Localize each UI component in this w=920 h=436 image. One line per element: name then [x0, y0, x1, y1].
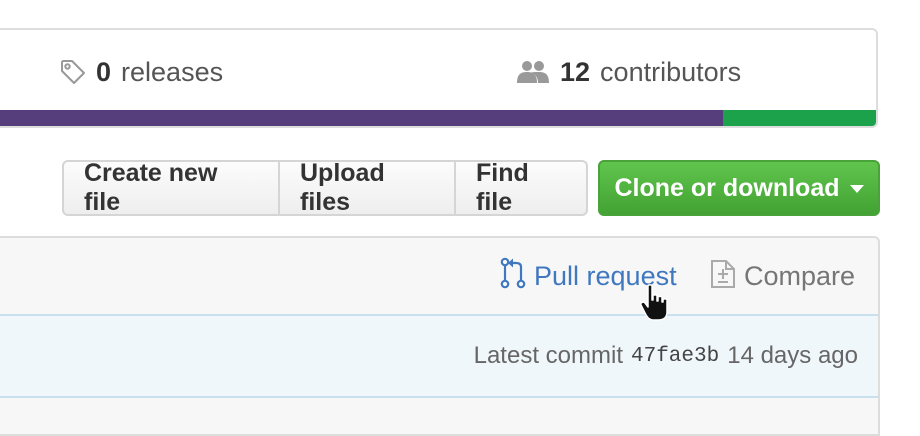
file-box-toolbar: Pull request Compare [0, 238, 878, 314]
file-navigation-box: Pull request Compare Latest commit 47fae… [0, 236, 880, 436]
releases-count: 0 [96, 56, 112, 87]
compare-label: Compare [744, 260, 856, 291]
hand-cursor-icon [638, 284, 674, 329]
commit-sha-link[interactable]: 47fae3b [631, 345, 719, 368]
language-bar-segment-0[interactable] [0, 110, 723, 126]
releases-label: releases [121, 56, 224, 87]
diff-icon [710, 257, 744, 296]
file-actions-group: Create new file Upload files Find file [62, 160, 588, 216]
latest-commit-info: Latest commit 47fae3b 14 days ago [474, 338, 858, 374]
releases-link[interactable]: 0 releases [60, 52, 223, 92]
latest-commit-prefix: Latest commit [473, 342, 623, 369]
caret-down-icon [849, 185, 864, 193]
contributors-count: 12 [560, 56, 591, 87]
create-new-file-button[interactable]: Create new file [64, 162, 278, 214]
contributors-link[interactable]: 12 contributors [516, 52, 741, 92]
find-file-button[interactable]: Find file [454, 162, 586, 214]
clone-or-download-label: Clone or download [614, 173, 840, 202]
language-bar[interactable] [0, 110, 876, 126]
repo-summary: 0 releases 12 contributors [0, 28, 878, 128]
latest-commit-bar: Latest commit 47fae3b 14 days ago [0, 314, 878, 398]
tag-icon [60, 59, 86, 85]
compare-link[interactable]: Compare [710, 256, 855, 296]
commit-age: 14 days ago [727, 342, 858, 369]
people-icon [516, 59, 550, 85]
clone-or-download-button[interactable]: Clone or download [598, 160, 880, 216]
language-bar-segment-1[interactable] [722, 110, 876, 126]
upload-files-button[interactable]: Upload files [278, 162, 454, 214]
contributors-label: contributors [600, 56, 742, 87]
git-pull-request-icon [500, 257, 534, 296]
